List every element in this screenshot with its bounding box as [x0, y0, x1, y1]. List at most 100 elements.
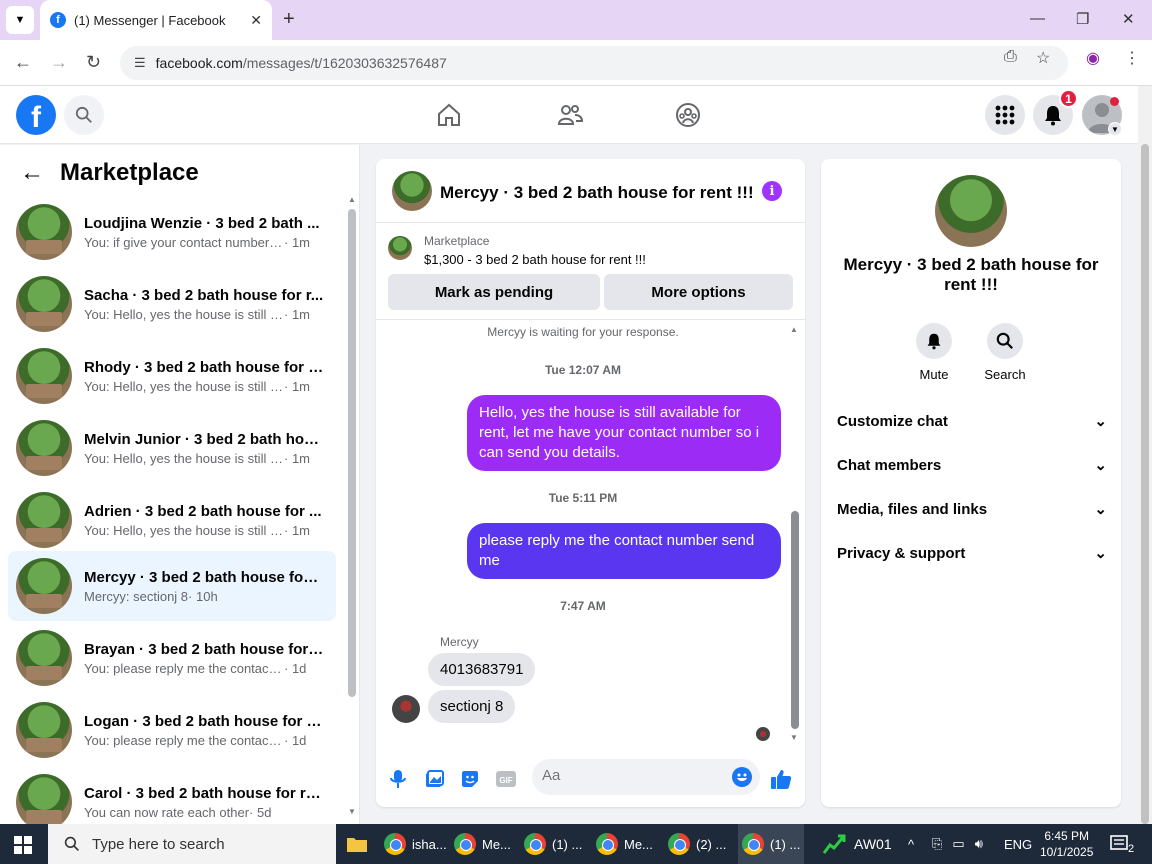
timestamp: 7:47 AM	[560, 599, 606, 613]
weather-widget[interactable]: AW01	[822, 824, 892, 864]
incoming-message[interactable]: 4013683791	[428, 653, 536, 686]
file-explorer-icon[interactable]	[346, 824, 372, 864]
privacy-support-row[interactable]: Privacy & support ⌄	[837, 541, 1107, 565]
profile-icon[interactable]: ◉	[1086, 48, 1100, 68]
back-arrow-icon[interactable]: ←	[20, 159, 44, 187]
new-tab-icon[interactable]: +	[283, 8, 295, 31]
conversation-item[interactable]: Brayan · 3 bed 2 bath house for ... You: …	[8, 623, 336, 693]
scroll-up-icon[interactable]: ▲	[790, 325, 798, 334]
sidebar-scrollbar[interactable]: ▲ ▼	[348, 195, 356, 816]
outgoing-message[interactable]: please reply me the contact number send …	[467, 523, 781, 579]
marketplace-listing-box: Marketplace $1,300 - 3 bed 2 bath house …	[376, 224, 805, 320]
chat-header: Mercyy · 3 bed 2 bath house for rent !!!…	[376, 159, 805, 223]
customize-chat-row[interactable]: Customize chat ⌄	[837, 409, 1107, 433]
sender-name: Mercyy	[440, 635, 479, 649]
close-window-icon[interactable]: ✕	[1122, 10, 1135, 28]
install-app-icon[interactable]: ⎙	[1004, 48, 1017, 66]
url-input[interactable]: ☰ facebook.com/messages/t/16203036325764…	[120, 46, 1068, 80]
media-files-links-row[interactable]: Media, files and links ⌄	[837, 497, 1107, 521]
page-scrollbar-thumb[interactable]	[1141, 144, 1149, 824]
system-tray-chevron-icon[interactable]: ^	[908, 824, 914, 864]
tab-search-chevron-icon[interactable]: ▼	[6, 6, 34, 34]
network-icon[interactable]: ▭	[952, 836, 964, 852]
taskbar-chrome-window[interactable]: Me...	[596, 824, 662, 864]
scroll-down-icon[interactable]: ▼	[790, 733, 798, 742]
browser-tab[interactable]: f (1) Messenger | Facebook ✕	[40, 0, 272, 40]
volume-icon[interactable]: 🔊︎	[975, 836, 983, 852]
bookmark-star-icon[interactable]: ☆	[1036, 48, 1050, 68]
details-avatar[interactable]	[935, 175, 1007, 247]
mark-as-pending-button[interactable]: Mark as pending	[388, 274, 600, 310]
taskbar-chrome-window[interactable]: (2) ...	[668, 824, 734, 864]
read-receipt-avatar	[756, 727, 770, 741]
sidebar-scrollbar-thumb[interactable]	[348, 209, 356, 697]
account-chevron-icon[interactable]: ▼	[1108, 122, 1122, 136]
chat-members-row[interactable]: Chat members ⌄	[837, 453, 1107, 477]
message-input-box[interactable]	[532, 759, 760, 795]
notification-count: 2	[1128, 843, 1135, 855]
tab-close-icon[interactable]: ✕	[250, 12, 262, 29]
gif-icon[interactable]: GIF	[495, 768, 517, 790]
incoming-message[interactable]: sectionj 8	[428, 690, 516, 723]
scroll-down-icon[interactable]: ▼	[348, 807, 356, 816]
listing-thumbnail[interactable]	[388, 236, 412, 260]
timestamp: Tue 12:07 AM	[544, 363, 622, 377]
listing-title[interactable]: $1,300 - 3 bed 2 bath house for rent !!!	[424, 252, 646, 267]
emoji-icon[interactable]	[732, 767, 752, 787]
conversation-item[interactable]: Rhody · 3 bed 2 bath house for r... You: …	[8, 341, 336, 411]
more-options-button[interactable]: More options	[604, 274, 793, 310]
back-icon[interactable]: ←	[14, 52, 32, 73]
taskbar-chrome-window-active[interactable]: (1) ...	[738, 824, 804, 864]
fb-search-icon[interactable]	[64, 95, 104, 135]
conversation-preview: You: if give your contact number s...	[84, 234, 284, 250]
taskbar-chrome-window[interactable]: Me...	[454, 824, 520, 864]
clock[interactable]: 6:45 PM 10/1/2025	[1040, 824, 1093, 864]
forward-icon[interactable]: →	[50, 52, 68, 73]
friends-icon[interactable]	[556, 102, 584, 130]
meet-now-icon[interactable]: ⎘	[932, 836, 942, 852]
conversation-item[interactable]: Loudjina Wenzie · 3 bed 2 bath ... You: i…	[8, 197, 336, 267]
like-thumbs-up-icon[interactable]	[770, 768, 792, 790]
sender-avatar[interactable]	[392, 695, 420, 723]
taskbar-chrome-window[interactable]: isha...	[384, 824, 450, 864]
conversation-item[interactable]: Logan · 3 bed 2 bath house for r... You: …	[8, 695, 336, 765]
message-input[interactable]	[542, 767, 722, 784]
facebook-logo-icon[interactable]: f	[16, 95, 56, 135]
taskbar-chrome-window[interactable]: (1) ...	[524, 824, 590, 864]
language-indicator[interactable]: ENG	[1004, 824, 1032, 864]
reload-icon[interactable]: ↻	[86, 52, 101, 73]
minimize-icon[interactable]: —	[1030, 10, 1045, 27]
taskbar-search-box[interactable]: Type here to search	[48, 824, 336, 864]
conversation-item[interactable]: Melvin Junior · 3 bed 2 bath hou... You: …	[8, 413, 336, 483]
conversation-item-active[interactable]: Mercyy · 3 bed 2 bath house for ... Mercy…	[8, 551, 336, 621]
conversation-item[interactable]: Sacha · 3 bed 2 bath house for r... You: …	[8, 269, 336, 339]
microphone-icon[interactable]	[387, 768, 409, 790]
chat-avatar[interactable]	[392, 171, 432, 211]
chat-scrollbar-thumb[interactable]	[791, 511, 799, 729]
notification-center-icon[interactable]: 2	[1110, 824, 1134, 864]
scroll-up-icon[interactable]: ▲	[348, 195, 356, 204]
windows-start-icon[interactable]	[14, 836, 32, 854]
groups-icon[interactable]	[675, 102, 703, 130]
conversation-time: · 1m	[284, 450, 310, 466]
menu-kebab-icon[interactable]: ⋮	[1124, 48, 1140, 68]
search-in-conversation-button[interactable]: Search	[975, 323, 1035, 382]
browser-tab-bar: ▼ f (1) Messenger | Facebook ✕ + — ❐ ✕	[0, 0, 1152, 40]
conversation-item[interactable]: Adrien · 3 bed 2 bath house for ... You: …	[8, 485, 336, 555]
conversation-name: Sacha · 3 bed 2 bath house for r...	[84, 286, 324, 304]
row-label: Media, files and links	[837, 500, 988, 518]
menu-grid-icon[interactable]	[985, 95, 1025, 135]
outgoing-message[interactable]: Hello, yes the house is still available …	[467, 395, 781, 471]
chat-title[interactable]: Mercyy · 3 bed 2 bath house for rent !!!	[440, 183, 754, 203]
sticker-icon[interactable]	[459, 768, 481, 790]
photo-icon[interactable]	[423, 768, 445, 790]
home-icon[interactable]	[436, 102, 464, 130]
page-scrollbar[interactable]	[1138, 86, 1152, 824]
site-info-icon[interactable]: ☰	[134, 55, 146, 71]
conversation-item[interactable]: Carol · 3 bed 2 bath house for re... You …	[8, 767, 336, 824]
info-icon[interactable]: i	[762, 181, 782, 201]
chat-scrollbar[interactable]: ▲ ▼	[790, 321, 800, 747]
maximize-icon[interactable]: ❐	[1076, 10, 1089, 28]
mute-button[interactable]: Mute	[904, 323, 964, 382]
tray-icons[interactable]: ⎘ ▭ 🔊︎	[932, 824, 983, 864]
